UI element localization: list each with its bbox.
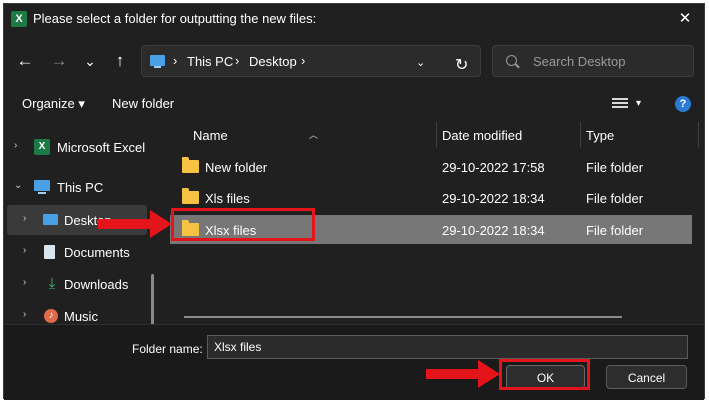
new-folder-button[interactable]: New folder xyxy=(112,96,174,111)
computer-icon xyxy=(34,179,50,195)
expand-chevron-icon[interactable]: › xyxy=(23,277,26,288)
desktop-icon xyxy=(43,212,59,228)
sidebar-item-downloads[interactable]: › ⤓ Downloads xyxy=(7,269,147,299)
breadcrumb-separator-icon: › xyxy=(301,53,306,68)
help-icon[interactable]: ? xyxy=(675,96,691,112)
collapse-chevron-icon[interactable]: ⌄ xyxy=(14,180,22,191)
view-options-icon[interactable] xyxy=(612,98,628,112)
sidebar-item-label: This PC xyxy=(57,180,104,195)
folder-name-label: Folder name: xyxy=(132,342,203,356)
annotation-highlight-box xyxy=(499,359,590,390)
navigation-bar: ← → ⌄ ↑ › This PC › Desktop › ⌄ ↻ Search… xyxy=(4,42,704,80)
computer-icon xyxy=(150,55,165,68)
music-icon: ♪ xyxy=(44,308,60,324)
folder-icon xyxy=(182,157,199,173)
column-header-type[interactable]: Type xyxy=(580,118,698,148)
up-arrow-icon[interactable]: ↑ xyxy=(109,50,131,72)
file-type: File folder xyxy=(586,160,644,175)
column-header-name[interactable]: Name ︿ xyxy=(170,118,436,148)
sidebar-item-label: Documents xyxy=(64,245,130,260)
file-date-modified: 29-10-2022 18:34 xyxy=(442,191,545,206)
breadcrumb-desktop[interactable]: Desktop xyxy=(249,54,297,69)
excel-icon: X xyxy=(34,139,50,155)
folder-icon xyxy=(182,188,199,204)
file-type: File folder xyxy=(586,191,644,206)
folder-picker-dialog: X Please select a folder for outputting … xyxy=(3,3,705,400)
search-placeholder: Search Desktop xyxy=(533,54,626,69)
sidebar-item-music[interactable]: › ♪ Music xyxy=(7,301,147,326)
breadcrumb-separator-icon: › xyxy=(173,53,178,68)
file-type: File folder xyxy=(586,223,644,238)
horizontal-scrollbar[interactable] xyxy=(184,316,622,318)
column-header-label: Date modified xyxy=(442,128,523,143)
address-bar[interactable]: › This PC › Desktop › ⌄ ↻ xyxy=(141,45,481,77)
sidebar-item-label: Downloads xyxy=(64,277,129,292)
file-date-modified: 29-10-2022 17:58 xyxy=(442,160,545,175)
file-name: New folder xyxy=(205,160,268,175)
annotation-highlight-box xyxy=(171,208,315,241)
downloads-icon: ⤓ xyxy=(48,275,56,292)
column-header-label: Type xyxy=(586,128,615,143)
address-dropdown-chevron-icon[interactable]: ⌄ xyxy=(416,56,425,69)
documents-icon xyxy=(44,244,60,260)
file-name: Xls files xyxy=(205,191,250,206)
breadcrumb-separator-icon: › xyxy=(235,53,240,68)
search-input[interactable]: Search Desktop xyxy=(492,45,694,77)
column-header-label: Name xyxy=(193,128,228,143)
expand-chevron-icon[interactable]: › xyxy=(14,140,17,151)
dialog-title: Please select a folder for outputting th… xyxy=(33,11,317,26)
expand-chevron-icon[interactable]: › xyxy=(23,245,26,256)
annotation-arrow-icon xyxy=(98,210,174,238)
sort-ascending-icon: ︿ xyxy=(309,130,319,140)
sidebar-item-label: Microsoft Excel xyxy=(57,140,146,155)
cancel-button[interactable]: Cancel xyxy=(606,365,687,389)
sidebar-item-microsoft-excel[interactable]: › X Microsoft Excel xyxy=(7,132,147,162)
expand-chevron-icon[interactable]: › xyxy=(23,309,26,320)
sidebar-item-label: Music xyxy=(64,309,98,324)
navigation-scrollbar[interactable] xyxy=(151,274,154,326)
recent-locations-chevron-icon[interactable]: ⌄ xyxy=(79,50,101,72)
excel-app-icon: X xyxy=(11,11,27,27)
folder-name-input[interactable] xyxy=(207,335,688,359)
view-options-chevron-icon[interactable]: ▾ xyxy=(636,98,641,109)
sidebar-item-this-pc[interactable]: ⌄ This PC xyxy=(7,172,147,202)
command-toolbar: Organize ▾ New folder ▾ ? xyxy=(4,90,704,120)
column-divider[interactable] xyxy=(698,122,699,148)
refresh-icon[interactable]: ↻ xyxy=(455,55,468,75)
forward-arrow-icon[interactable]: → xyxy=(48,50,70,72)
dialog-footer: Folder name: OK Cancel xyxy=(4,324,704,400)
title-bar: X Please select a folder for outputting … xyxy=(4,4,704,34)
annotation-arrow-icon xyxy=(426,360,502,388)
file-row[interactable]: New folder 29-10-2022 17:58 File folder xyxy=(170,152,692,181)
expand-chevron-icon[interactable]: › xyxy=(23,213,26,224)
organize-button[interactable]: Organize ▾ xyxy=(22,96,85,112)
file-date-modified: 29-10-2022 18:34 xyxy=(442,223,545,238)
search-icon xyxy=(506,55,517,66)
back-arrow-icon[interactable]: ← xyxy=(14,50,36,72)
column-header-date-modified[interactable]: Date modified xyxy=(436,118,580,148)
close-button[interactable]: ✕ xyxy=(672,7,698,31)
sidebar-item-documents[interactable]: › Documents xyxy=(7,237,147,267)
breadcrumb-this-pc[interactable]: This PC xyxy=(187,54,233,69)
